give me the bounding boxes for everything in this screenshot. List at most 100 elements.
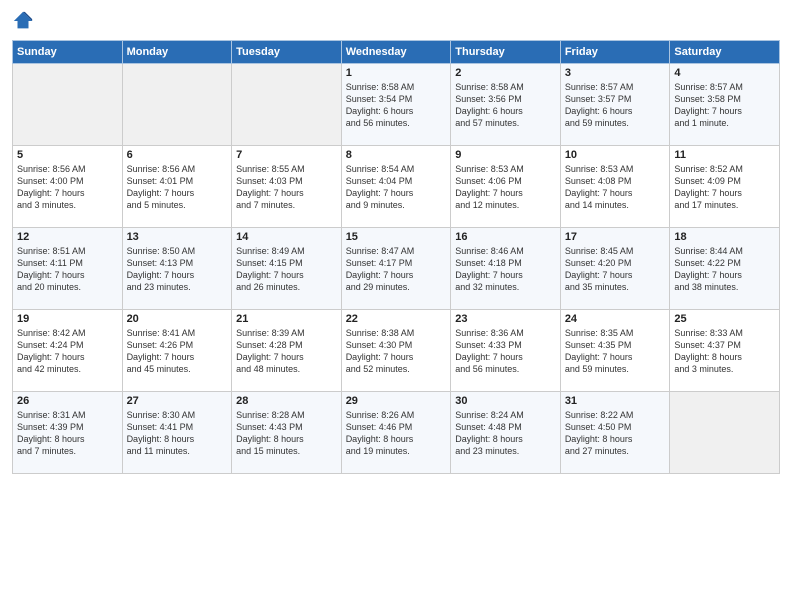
calendar-cell: 5 Sunrise: 8:56 AM Sunset: 4:00 PM Daylig… [13,146,123,228]
day-number: 15 [346,231,447,243]
calendar-week-3: 12 Sunrise: 8:51 AM Sunset: 4:11 PM Dayli… [13,228,780,310]
day-info: Sunrise: 8:26 AM Sunset: 4:46 PM Dayligh… [346,409,447,458]
day-number: 31 [565,395,666,407]
day-number: 23 [455,313,556,325]
calendar-week-2: 5 Sunrise: 8:56 AM Sunset: 4:00 PM Daylig… [13,146,780,228]
day-info: Sunrise: 8:49 AM Sunset: 4:15 PM Dayligh… [236,245,337,294]
day-info: Sunrise: 8:33 AM Sunset: 4:37 PM Dayligh… [674,327,775,376]
day-info: Sunrise: 8:51 AM Sunset: 4:11 PM Dayligh… [17,245,118,294]
day-info: Sunrise: 8:50 AM Sunset: 4:13 PM Dayligh… [127,245,228,294]
day-info: Sunrise: 8:56 AM Sunset: 4:01 PM Dayligh… [127,163,228,212]
day-header-saturday: Saturday [670,41,780,64]
calendar-cell: 25 Sunrise: 8:33 AM Sunset: 4:37 PM Dayli… [670,310,780,392]
calendar-cell: 18 Sunrise: 8:44 AM Sunset: 4:22 PM Dayli… [670,228,780,310]
day-header-wednesday: Wednesday [341,41,451,64]
calendar-cell: 19Sunrise: 8:42 AM Sunset: 4:24 PM Dayli… [13,310,123,392]
calendar-cell: 3 Sunrise: 8:57 AM Sunset: 3:57 PM Daylig… [560,64,670,146]
calendar-cell: 11 Sunrise: 8:52 AM Sunset: 4:09 PM Dayli… [670,146,780,228]
day-number: 3 [565,67,666,79]
day-info: Sunrise: 8:53 AM Sunset: 4:08 PM Dayligh… [565,163,666,212]
day-number: 28 [236,395,337,407]
calendar-cell: 14 Sunrise: 8:49 AM Sunset: 4:15 PM Dayli… [232,228,342,310]
calendar-cell [670,392,780,474]
logo-icon [12,10,34,32]
calendar-page: SundayMondayTuesdayWednesdayThursdayFrid… [0,0,792,612]
day-info: Sunrise: 8:31 AM Sunset: 4:39 PM Dayligh… [17,409,118,458]
day-number: 11 [674,149,775,161]
calendar-week-1: 1 Sunrise: 8:58 AM Sunset: 3:54 PM Daylig… [13,64,780,146]
day-number: 30 [455,395,556,407]
calendar-cell: 28 Sunrise: 8:28 AM Sunset: 4:43 PM Dayli… [232,392,342,474]
calendar-cell: 22Sunrise: 8:38 AM Sunset: 4:30 PM Dayli… [341,310,451,392]
day-info: Sunrise: 8:58 AM Sunset: 3:56 PM Dayligh… [455,81,556,130]
calendar-cell [13,64,123,146]
day-number: 8 [346,149,447,161]
day-number: 17 [565,231,666,243]
day-number: 7 [236,149,337,161]
day-number: 27 [127,395,228,407]
day-info: Sunrise: 8:42 AM Sunset: 4:24 PM Dayligh… [17,327,118,376]
day-number: 2 [455,67,556,79]
calendar-cell: 30Sunrise: 8:24 AM Sunset: 4:48 PM Dayli… [451,392,561,474]
calendar-cell: 20 Sunrise: 8:41 AM Sunset: 4:26 PM Dayli… [122,310,232,392]
calendar-cell: 9 Sunrise: 8:53 AM Sunset: 4:06 PM Daylig… [451,146,561,228]
day-number: 16 [455,231,556,243]
day-info: Sunrise: 8:57 AM Sunset: 3:57 PM Dayligh… [565,81,666,130]
day-number: 5 [17,149,118,161]
day-info: Sunrise: 8:41 AM Sunset: 4:26 PM Dayligh… [127,327,228,376]
day-number: 1 [346,67,447,79]
day-info: Sunrise: 8:30 AM Sunset: 4:41 PM Dayligh… [127,409,228,458]
day-info: Sunrise: 8:22 AM Sunset: 4:50 PM Dayligh… [565,409,666,458]
day-header-sunday: Sunday [13,41,123,64]
day-info: Sunrise: 8:35 AM Sunset: 4:35 PM Dayligh… [565,327,666,376]
day-info: Sunrise: 8:36 AM Sunset: 4:33 PM Dayligh… [455,327,556,376]
calendar-cell: 31 Sunrise: 8:22 AM Sunset: 4:50 PM Dayli… [560,392,670,474]
day-info: Sunrise: 8:57 AM Sunset: 3:58 PM Dayligh… [674,81,775,130]
calendar-cell: 17 Sunrise: 8:45 AM Sunset: 4:20 PM Dayli… [560,228,670,310]
day-number: 6 [127,149,228,161]
day-info: Sunrise: 8:53 AM Sunset: 4:06 PM Dayligh… [455,163,556,212]
day-number: 25 [674,313,775,325]
header [12,10,780,32]
day-info: Sunrise: 8:46 AM Sunset: 4:18 PM Dayligh… [455,245,556,294]
calendar-header-row: SundayMondayTuesdayWednesdayThursdayFrid… [13,41,780,64]
calendar-cell: 7 Sunrise: 8:55 AM Sunset: 4:03 PM Daylig… [232,146,342,228]
calendar-week-4: 19Sunrise: 8:42 AM Sunset: 4:24 PM Dayli… [13,310,780,392]
day-number: 24 [565,313,666,325]
calendar-cell: 1 Sunrise: 8:58 AM Sunset: 3:54 PM Daylig… [341,64,451,146]
calendar-cell: 4Sunrise: 8:57 AM Sunset: 3:58 PM Daylig… [670,64,780,146]
day-info: Sunrise: 8:39 AM Sunset: 4:28 PM Dayligh… [236,327,337,376]
calendar-cell: 6 Sunrise: 8:56 AM Sunset: 4:01 PM Daylig… [122,146,232,228]
day-header-thursday: Thursday [451,41,561,64]
day-info: Sunrise: 8:44 AM Sunset: 4:22 PM Dayligh… [674,245,775,294]
calendar-cell: 2 Sunrise: 8:58 AM Sunset: 3:56 PM Daylig… [451,64,561,146]
day-info: Sunrise: 8:45 AM Sunset: 4:20 PM Dayligh… [565,245,666,294]
day-info: Sunrise: 8:56 AM Sunset: 4:00 PM Dayligh… [17,163,118,212]
day-header-tuesday: Tuesday [232,41,342,64]
day-info: Sunrise: 8:55 AM Sunset: 4:03 PM Dayligh… [236,163,337,212]
day-number: 29 [346,395,447,407]
calendar-cell: 10Sunrise: 8:53 AM Sunset: 4:08 PM Dayli… [560,146,670,228]
day-info: Sunrise: 8:54 AM Sunset: 4:04 PM Dayligh… [346,163,447,212]
calendar-cell: 29 Sunrise: 8:26 AM Sunset: 4:46 PM Dayli… [341,392,451,474]
day-header-friday: Friday [560,41,670,64]
day-info: Sunrise: 8:58 AM Sunset: 3:54 PM Dayligh… [346,81,447,130]
day-info: Sunrise: 8:52 AM Sunset: 4:09 PM Dayligh… [674,163,775,212]
day-number: 14 [236,231,337,243]
calendar-table: SundayMondayTuesdayWednesdayThursdayFrid… [12,40,780,474]
calendar-cell: 8 Sunrise: 8:54 AM Sunset: 4:04 PM Daylig… [341,146,451,228]
day-info: Sunrise: 8:47 AM Sunset: 4:17 PM Dayligh… [346,245,447,294]
calendar-cell: 13Sunrise: 8:50 AM Sunset: 4:13 PM Dayli… [122,228,232,310]
day-number: 26 [17,395,118,407]
day-info: Sunrise: 8:28 AM Sunset: 4:43 PM Dayligh… [236,409,337,458]
calendar-cell: 16 Sunrise: 8:46 AM Sunset: 4:18 PM Dayli… [451,228,561,310]
logo [12,10,38,32]
day-number: 18 [674,231,775,243]
day-info: Sunrise: 8:38 AM Sunset: 4:30 PM Dayligh… [346,327,447,376]
calendar-cell: 26 Sunrise: 8:31 AM Sunset: 4:39 PM Dayli… [13,392,123,474]
day-number: 20 [127,313,228,325]
day-number: 21 [236,313,337,325]
day-number: 12 [17,231,118,243]
day-number: 9 [455,149,556,161]
calendar-cell: 15 Sunrise: 8:47 AM Sunset: 4:17 PM Dayli… [341,228,451,310]
